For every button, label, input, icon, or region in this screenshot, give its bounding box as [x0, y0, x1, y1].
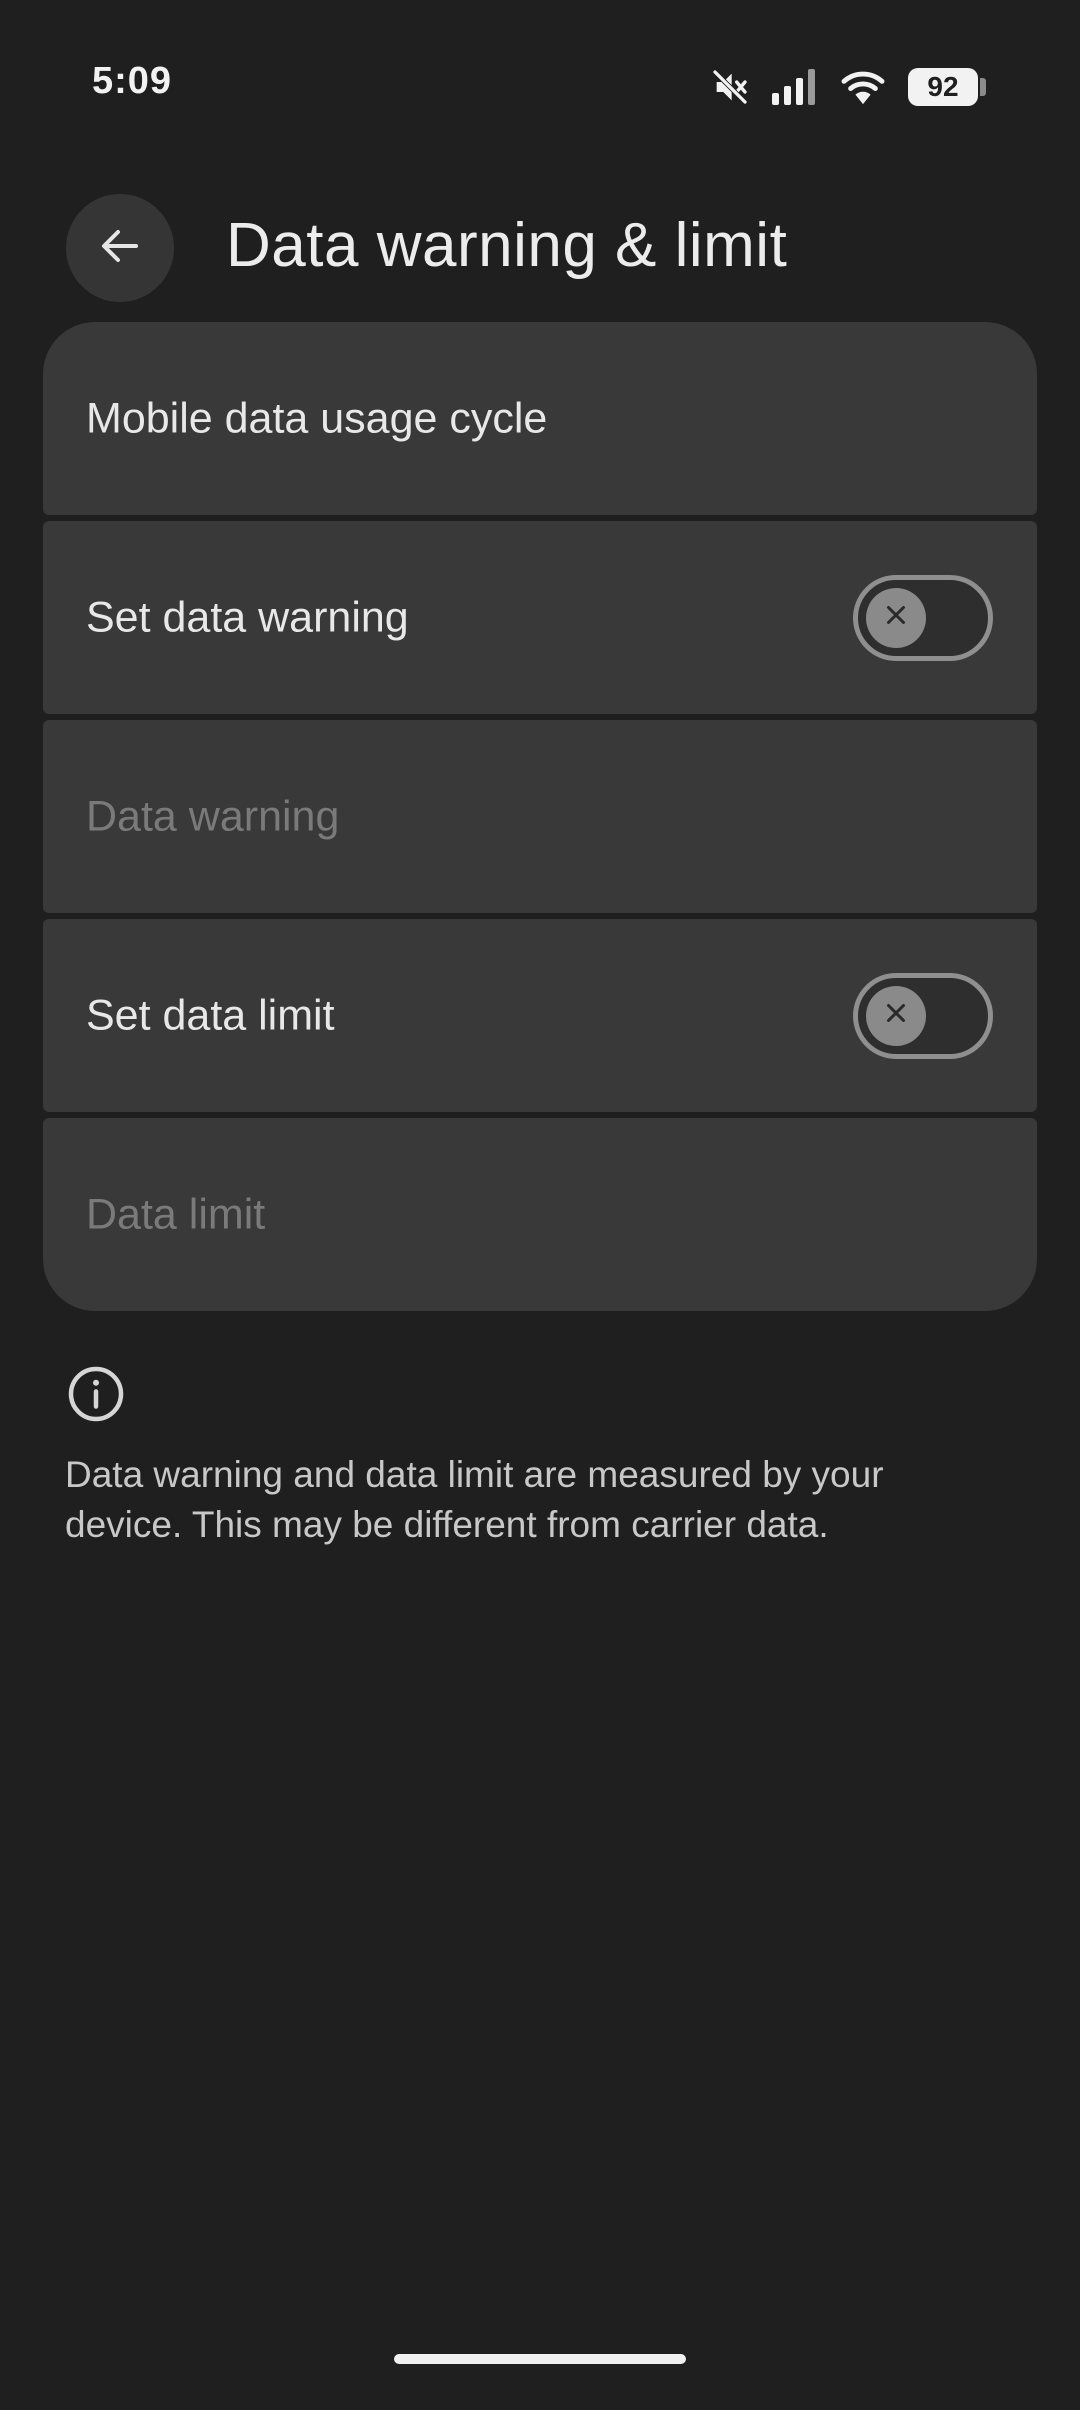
- setting-label: Data warning: [86, 792, 340, 840]
- settings-group: Mobile data usage cycle Set data warning…: [43, 322, 1037, 1311]
- battery-level: 92: [908, 68, 978, 106]
- battery-nub: [980, 78, 986, 96]
- status-time: 5:09: [92, 60, 173, 102]
- page-title: Data warning & limit: [226, 211, 788, 280]
- close-icon: [881, 600, 911, 635]
- setting-label: Data limit: [86, 1190, 266, 1238]
- set-data-warning-item[interactable]: Set data warning: [43, 521, 1037, 714]
- setting-label: Mobile data usage cycle: [86, 394, 548, 442]
- data-warning-item: Data warning: [43, 720, 1037, 913]
- info-text: Data warning and data limit are measured…: [65, 1454, 884, 1545]
- toggle-thumb: [866, 985, 926, 1046]
- data-limit-toggle[interactable]: [853, 972, 993, 1059]
- setting-label: Set data limit: [86, 991, 335, 1039]
- wifi-icon: [840, 68, 886, 106]
- signal-icon: [772, 69, 818, 105]
- mobile-data-usage-cycle-item[interactable]: Mobile data usage cycle: [43, 322, 1037, 515]
- status-icons: 92: [710, 62, 986, 112]
- mute-icon: [710, 67, 750, 107]
- info-icon: [66, 1364, 126, 1424]
- data-limit-item: Data limit: [43, 1118, 1037, 1311]
- back-button[interactable]: [66, 194, 174, 302]
- setting-label: Set data warning: [86, 593, 409, 641]
- data-warning-toggle[interactable]: [853, 574, 993, 661]
- set-data-limit-item[interactable]: Set data limit: [43, 919, 1037, 1112]
- status-bar: 5:09 92: [0, 0, 1080, 170]
- arrow-back-icon: [96, 222, 144, 275]
- gesture-nav-handle[interactable]: [394, 2354, 686, 2364]
- screen: 5:09 92 Data warning & limit Mobile data…: [0, 0, 1080, 2410]
- toggle-thumb: [866, 587, 926, 648]
- close-icon: [881, 998, 911, 1033]
- battery-icon: 92: [908, 68, 986, 106]
